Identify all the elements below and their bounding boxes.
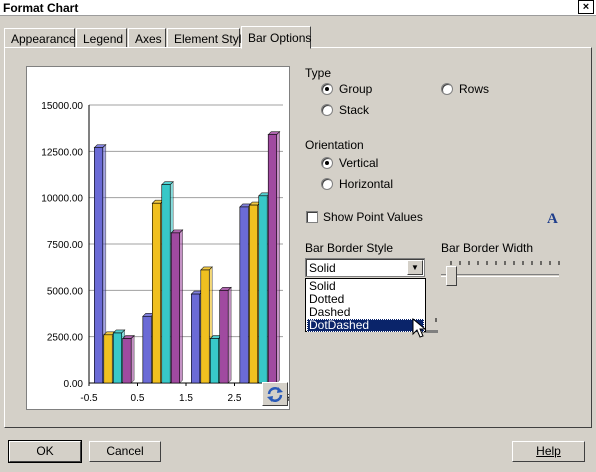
bar-side [130,334,135,384]
bar [151,202,162,384]
show-point-values-checkbox[interactable] [306,211,318,223]
bar-border-width-track[interactable] [441,274,559,277]
bar-border-style-select[interactable]: Solid ▼ [305,258,425,277]
bar-border-style-value: Solid [309,261,336,275]
bar-side [276,130,280,384]
title-bar: Format Chart × [0,0,596,16]
bar-side [179,229,183,384]
orientation-vertical-radio[interactable] [321,157,333,169]
tab-appearance[interactable]: Appearance [4,28,76,48]
bar [209,338,220,384]
type-group-label: Group [339,82,373,96]
refresh-icon [267,387,283,402]
bar [200,269,210,384]
type-rows-radio[interactable] [441,83,453,95]
bar [239,206,249,384]
show-point-values-label: Show Point Values [323,210,423,224]
bar-chart: 0.00 2500.00 5000.00 7500.00 10000.00 12500.0… [41,101,290,404]
bar [112,332,123,384]
y-tick-label: 7500.00 [47,240,84,251]
bar [94,147,104,384]
y-tick-label: 15000.00 [41,101,83,112]
bar-border-style-dropdown: Solid Dotted Dashed DotDashed [305,278,426,332]
option-dotdashed[interactable]: DotDashed [307,319,424,332]
bar [258,195,268,384]
bar [103,334,113,384]
tab-element-style[interactable]: Element Style [167,28,248,48]
bar [122,338,132,384]
bar-border-style-heading: Bar Border Style [305,241,394,255]
ok-button[interactable]: OK [8,440,82,463]
y-tick-label: 0.00 [64,379,84,390]
y-tick-label: 5000.00 [47,286,84,297]
x-tick-label: 2.5 [228,393,242,404]
y-tick-label: 12500.00 [41,147,83,158]
bar [219,290,229,384]
y-tick-label: 2500.00 [47,333,84,344]
tab-axes[interactable]: Axes [128,28,166,48]
type-stack-radio[interactable] [321,104,333,116]
y-tick-label: 10000.00 [41,194,83,205]
mouse-cursor-icon [412,318,427,338]
orientation-horizontal-radio[interactable] [321,178,333,190]
tab-bar-options[interactable]: Bar Options [241,26,311,49]
cancel-button[interactable]: Cancel [89,441,161,462]
bar-border-width-thumb[interactable] [446,266,457,286]
x-tick-label: 0.5 [131,393,145,404]
x-tick-label: 1.5 [179,393,193,404]
type-rows-label: Rows [459,82,490,96]
type-heading: Type [305,66,332,80]
tab-legend[interactable]: Legend [76,28,127,48]
type-group-radio[interactable] [321,83,333,95]
orientation-heading: Orientation [305,138,364,152]
window-title: Format Chart [3,1,79,15]
bar [191,293,201,384]
orientation-horizontal-label: Horizontal [339,177,394,191]
bar-border-width-heading: Bar Border Width [441,241,534,255]
bar [267,134,277,384]
chevron-down-icon[interactable]: ▼ [407,260,423,275]
slider-ticks [450,261,560,265]
bar-side [227,286,232,384]
bar [161,184,171,384]
orientation-vertical-label: Vertical [339,156,379,170]
x-tick-label: -0.5 [80,393,98,404]
bar [170,232,180,384]
close-button[interactable]: × [578,0,594,14]
chart-preview: 0.00 2500.00 5000.00 7500.00 10000.00 12500.0… [26,66,290,410]
type-stack-label: Stack [339,103,370,117]
bar [248,204,259,384]
refresh-preview-button[interactable] [262,382,288,406]
font-icon[interactable]: A [547,211,558,228]
bar [142,315,152,384]
help-button[interactable]: Help [512,441,585,462]
